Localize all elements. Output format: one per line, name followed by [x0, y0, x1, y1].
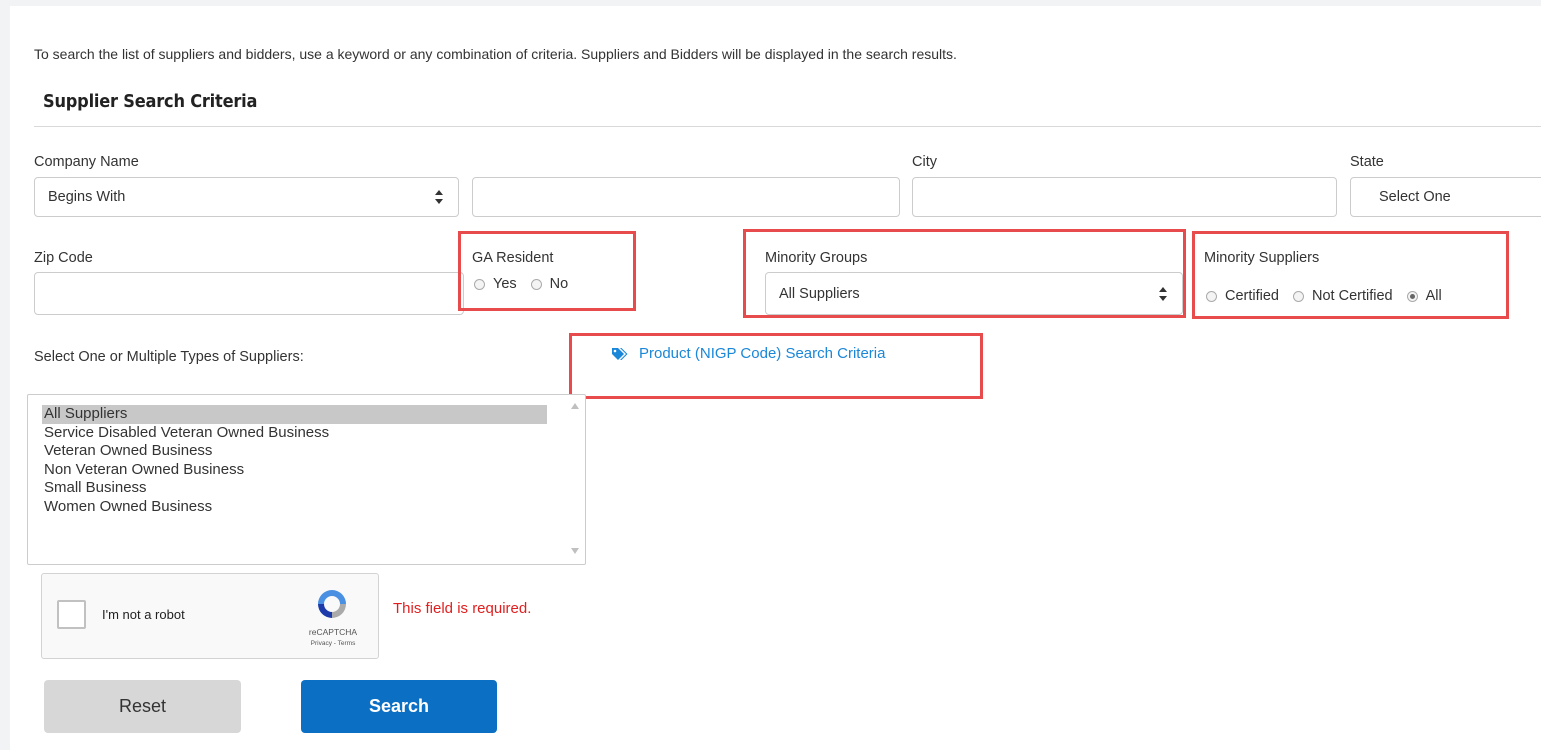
- ga-resident-label: GA Resident: [472, 250, 554, 266]
- scroll-up-arrow-icon[interactable]: [571, 403, 579, 409]
- recaptcha-terms[interactable]: Privacy - Terms: [300, 640, 366, 647]
- recaptcha-logo-icon: [318, 590, 346, 618]
- nigp-link-highlight: [569, 333, 983, 399]
- supplier-type-option[interactable]: Non Veteran Owned Business: [42, 461, 547, 480]
- minority-suppliers-label: Minority Suppliers: [1204, 250, 1320, 266]
- state-label: State: [1350, 154, 1384, 170]
- all-radio[interactable]: [1406, 290, 1418, 302]
- section-title: Supplier Search Criteria: [43, 91, 258, 112]
- ga-resident-radio-group: Yes No: [474, 276, 568, 292]
- minority-suppliers-radio-group: Certified Not Certified All: [1206, 288, 1442, 304]
- ga-resident-yes[interactable]: Yes: [474, 276, 517, 292]
- company-name-label: Company Name: [34, 154, 139, 170]
- ga-resident-yes-radio[interactable]: [474, 278, 485, 290]
- supplier-type-option[interactable]: All Suppliers: [42, 405, 547, 424]
- supplier-type-option[interactable]: Small Business: [42, 479, 547, 498]
- ga-resident-no-radio[interactable]: [530, 278, 542, 290]
- supplier-types-items: All Suppliers Service Disabled Veteran Ow…: [42, 405, 547, 516]
- city-input[interactable]: [912, 177, 1337, 217]
- tags-icon: [612, 347, 628, 360]
- minority-groups-select[interactable]: All Suppliers: [765, 272, 1183, 315]
- company-name-match-select[interactable]: Begins With: [34, 177, 459, 217]
- supplier-type-option[interactable]: Veteran Owned Business: [42, 442, 547, 461]
- nigp-search-link[interactable]: Product (NIGP Code) Search Criteria: [611, 345, 885, 362]
- company-name-input[interactable]: [472, 177, 900, 217]
- city-label: City: [912, 154, 937, 170]
- scroll-down-arrow-icon[interactable]: [571, 548, 579, 554]
- zip-code-input[interactable]: [34, 272, 464, 315]
- search-button[interactable]: Search: [301, 680, 497, 733]
- minority-groups-value: All Suppliers: [779, 285, 860, 302]
- supplier-type-option[interactable]: Women Owned Business: [42, 498, 547, 517]
- supplier-type-option[interactable]: Service Disabled Veteran Owned Business: [42, 424, 547, 443]
- ga-resident-no[interactable]: No: [530, 276, 568, 292]
- recaptcha-checkbox[interactable]: [57, 600, 86, 629]
- company-name-match-value: Begins With: [48, 189, 126, 205]
- recaptcha-widget: I'm not a robot reCAPTCHA Privacy - Term…: [41, 573, 379, 659]
- supplier-types-listbox[interactable]: All Suppliers Service Disabled Veteran Ow…: [27, 394, 586, 565]
- nigp-link-text: Product (NIGP Code) Search Criteria: [639, 345, 886, 362]
- supplier-types-label: Select One or Multiple Types of Supplier…: [34, 349, 304, 365]
- not-certified-radio[interactable]: [1293, 290, 1304, 302]
- select-arrows-icon: [1159, 286, 1167, 301]
- state-value: Select One: [1379, 189, 1451, 205]
- recaptcha-brand: reCAPTCHA: [308, 627, 358, 637]
- minority-suppliers-highlight: [1192, 231, 1509, 319]
- zip-code-label: Zip Code: [34, 250, 93, 266]
- minority-suppliers-not-certified[interactable]: Not Certified: [1293, 288, 1393, 304]
- ga-resident-highlight: [458, 231, 636, 311]
- section-divider: [34, 126, 1541, 127]
- recaptcha-label: I'm not a robot: [102, 607, 185, 622]
- certified-radio[interactable]: [1206, 290, 1217, 302]
- reset-button[interactable]: Reset: [44, 680, 241, 733]
- intro-text: To search the list of suppliers and bidd…: [34, 46, 957, 62]
- minority-suppliers-certified[interactable]: Certified: [1206, 288, 1279, 304]
- minority-suppliers-all[interactable]: All: [1406, 288, 1442, 304]
- minority-groups-label: Minority Groups: [765, 250, 868, 266]
- captcha-error-message: This field is required.: [393, 600, 532, 617]
- select-arrows-icon: [435, 190, 443, 204]
- state-select[interactable]: Select One: [1350, 177, 1541, 217]
